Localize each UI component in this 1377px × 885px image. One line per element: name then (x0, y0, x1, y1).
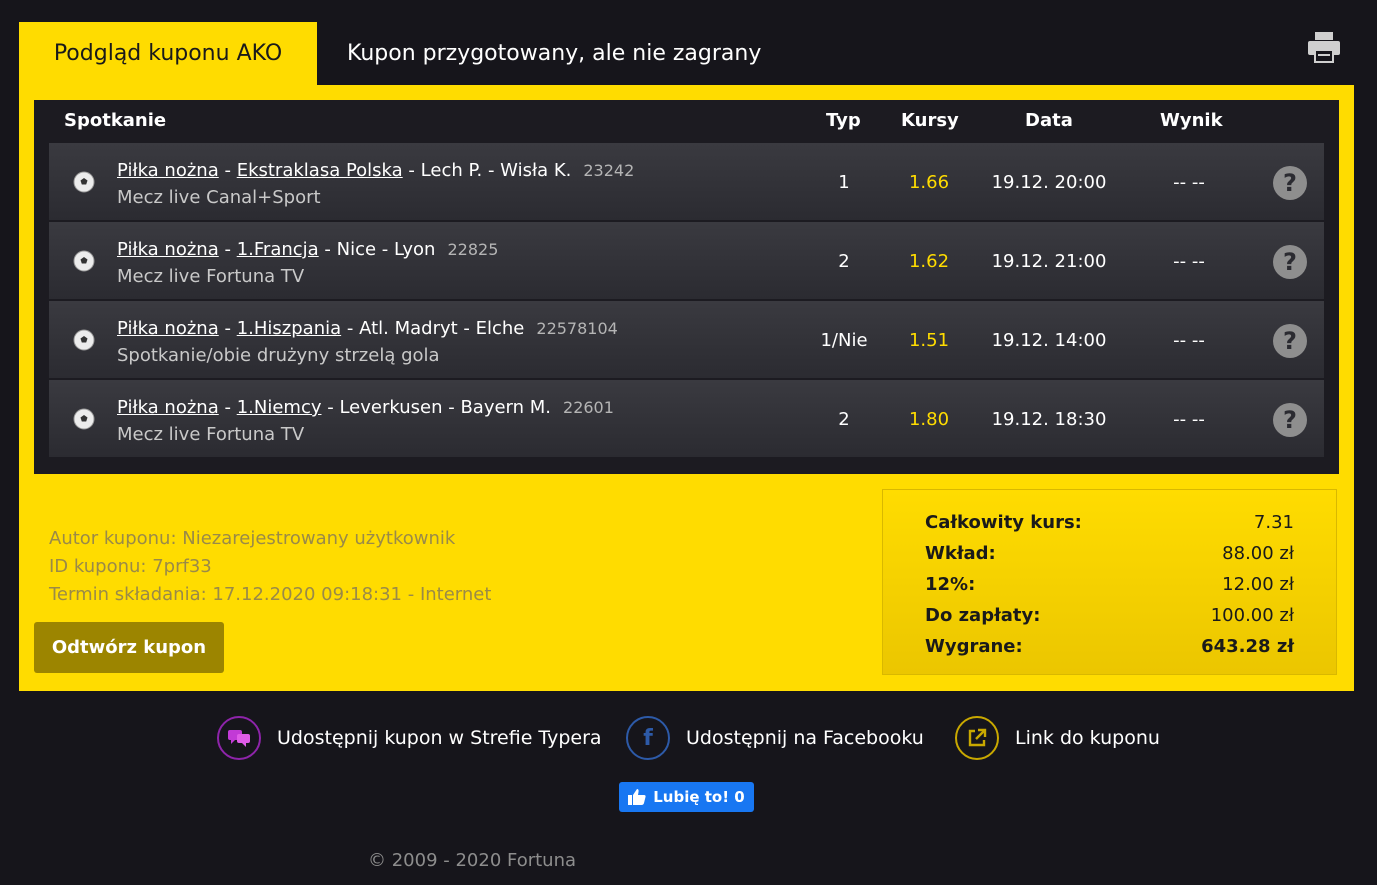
event-id: 22825 (447, 240, 499, 259)
match-date: 19.12. 20:00 (991, 172, 1107, 193)
facebook-like-button[interactable]: Lubię to! 0 (619, 782, 754, 812)
question-icon[interactable]: ? (1273, 324, 1307, 358)
like-label: Lubię to! 0 (653, 788, 745, 806)
table-header: Spotkanie Typ Kursy Data Wynik (49, 100, 1324, 142)
coupon-link[interactable]: Link do kuponu (955, 715, 1160, 761)
question-icon[interactable]: ? (1273, 166, 1307, 200)
header-date: Data (1025, 110, 1073, 131)
coupon-link-label: Link do kuponu (1015, 727, 1160, 749)
bet-odds: 1.66 (908, 172, 950, 193)
summary-tax: 12%: 12.00 zł (925, 574, 1294, 595)
match-teams: Atl. Madryt - Elche (359, 318, 525, 339)
summary-stake: Wkład: 88.00 zł (925, 543, 1294, 564)
bet-odds: 1.62 (908, 251, 950, 272)
summary-total-odds: Całkowity kurs: 7.31 (925, 512, 1294, 533)
header-odds: Kursy (901, 110, 959, 131)
match-result: -- -- (1173, 330, 1205, 351)
match-teams: Lech P. - Wisła K. (420, 160, 572, 181)
table-row: Piłka nożna - 1.Francja - Nice - Lyon 228… (49, 222, 1324, 299)
printer-icon[interactable] (1306, 30, 1342, 64)
football-icon (73, 329, 95, 351)
summary-winnings: Wygrane: 643.28 zł (925, 636, 1294, 657)
league-link[interactable]: 1.Francja (237, 239, 319, 260)
match-line: Piłka nożna - 1.Niemcy - Leverkusen - Ba… (117, 397, 614, 418)
football-icon (73, 408, 95, 430)
coupon-summary: Całkowity kurs: 7.31 Wkład: 88.00 zł 12%: 1… (882, 489, 1337, 675)
table-row: Piłka nożna - Ekstraklasa Polska - Lech … (49, 143, 1324, 220)
match-subtitle: Mecz live Canal+Sport (117, 187, 321, 208)
coupon-status-title: Kupon przygotowany, ale nie zagrany (347, 41, 762, 66)
coupon-panel: Spotkanie Typ Kursy Data Wynik Piłka noż… (19, 85, 1354, 691)
sport-link[interactable]: Piłka nożna (117, 318, 219, 339)
table-row: Piłka nożna - 1.Hiszpania - Atl. Madryt … (49, 301, 1324, 378)
sport-link[interactable]: Piłka nożna (117, 160, 219, 181)
sport-link[interactable]: Piłka nożna (117, 239, 219, 260)
match-result: -- -- (1173, 172, 1205, 193)
match-date: 19.12. 14:00 (991, 330, 1107, 351)
thumbs-up-icon (628, 789, 646, 805)
share-zone-link[interactable]: Udostępnij kupon w Strefie Typera (217, 715, 602, 761)
bet-odds: 1.80 (908, 409, 950, 430)
question-icon[interactable]: ? (1273, 403, 1307, 437)
tab-bar: Podgląd kuponu AKO Kupon przygotowany, a… (19, 22, 1354, 85)
header-match: Spotkanie (64, 110, 167, 131)
match-date: 19.12. 18:30 (991, 409, 1107, 430)
share-zone-label: Udostępnij kupon w Strefie Typera (277, 727, 602, 749)
restore-coupon-button[interactable]: Odtwórz kupon (34, 622, 224, 673)
bet-odds: 1.51 (908, 330, 950, 351)
match-result: -- -- (1173, 409, 1205, 430)
league-link[interactable]: 1.Hiszpania (237, 318, 341, 339)
event-id: 22601 (563, 398, 614, 417)
facebook-icon: f (626, 716, 670, 760)
match-subtitle: Spotkanie/obie drużyny strzelą gola (117, 345, 440, 366)
match-result: -- -- (1173, 251, 1205, 272)
external-link-icon (955, 716, 999, 760)
coupon-meta: Autor kuponu: Niezarejestrowany użytkown… (49, 525, 491, 609)
tab-preview[interactable]: Podgląd kuponu AKO (19, 22, 317, 85)
league-link[interactable]: 1.Niemcy (237, 397, 322, 418)
coupon-deadline: Termin składania: 17.12.2020 09:18:31 - … (49, 584, 492, 605)
match-subtitle: Mecz live Fortuna TV (117, 266, 305, 287)
coupon-author: Autor kuponu: Niezarejestrowany użytkown… (49, 528, 456, 549)
event-id: 23242 (583, 161, 635, 180)
match-line: Piłka nożna - 1.Francja - Nice - Lyon 228… (117, 239, 499, 260)
match-teams: Leverkusen - Bayern M. (339, 397, 552, 418)
match-subtitle: Mecz live Fortuna TV (117, 424, 305, 445)
matches-table: Spotkanie Typ Kursy Data Wynik Piłka noż… (34, 100, 1339, 474)
match-line: Piłka nożna - 1.Hiszpania - Atl. Madryt … (117, 318, 618, 339)
league-link[interactable]: Ekstraklasa Polska (237, 160, 403, 181)
event-id: 22578104 (536, 319, 618, 338)
share-facebook-label: Udostępnij na Facebooku (686, 727, 924, 749)
header-type: Typ (826, 110, 861, 131)
chat-icon (217, 716, 261, 760)
table-row: Piłka nożna - 1.Niemcy - Leverkusen - Ba… (49, 380, 1324, 457)
match-line: Piłka nożna - Ekstraklasa Polska - Lech … (117, 160, 635, 181)
match-date: 19.12. 21:00 (991, 251, 1107, 272)
match-teams: Nice - Lyon (336, 239, 436, 260)
share-facebook-link[interactable]: f Udostępnij na Facebooku (626, 715, 924, 761)
football-icon (73, 171, 95, 193)
football-icon (73, 250, 95, 272)
copyright: © 2009 - 2020 Fortuna (368, 850, 577, 871)
summary-to-pay: Do zapłaty: 100.00 zł (925, 605, 1294, 626)
question-icon[interactable]: ? (1273, 245, 1307, 279)
header-result: Wynik (1160, 110, 1223, 131)
sport-link[interactable]: Piłka nożna (117, 397, 219, 418)
coupon-id: ID kuponu: 7prf33 (49, 556, 212, 577)
